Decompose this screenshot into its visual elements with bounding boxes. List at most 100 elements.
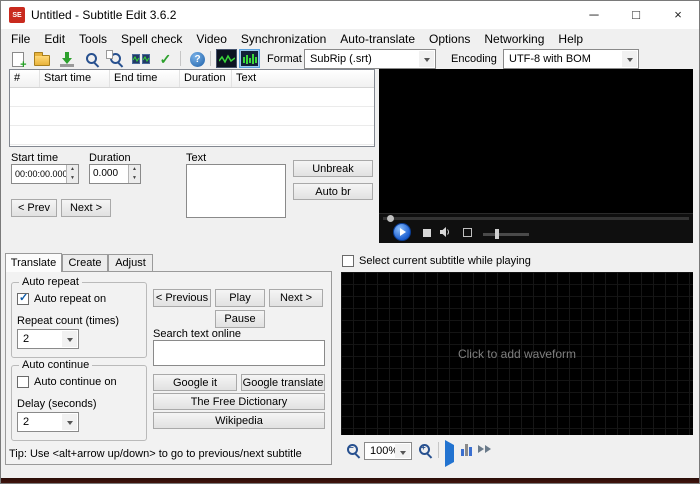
tab-adjust[interactable]: Adjust bbox=[108, 254, 153, 272]
spinner-arrows-icon[interactable]: ▲ ▼ bbox=[128, 165, 140, 183]
select-current-subtitle-label: Select current subtitle while playing bbox=[359, 255, 531, 267]
menu-tools[interactable]: Tools bbox=[72, 29, 114, 49]
tab-create[interactable]: Create bbox=[62, 254, 108, 272]
start-time-stepper[interactable]: 00:00:00.000 ▲ ▼ bbox=[11, 164, 79, 184]
auto-continue-checkbox[interactable]: Auto continue on bbox=[17, 376, 117, 388]
column-duration[interactable]: Duration bbox=[180, 70, 232, 87]
list-row bbox=[10, 107, 374, 126]
search-text-online-label: Search text online bbox=[153, 328, 242, 340]
chevron-down-icon bbox=[622, 51, 637, 67]
menu-video[interactable]: Video bbox=[189, 29, 233, 49]
replace-icon bbox=[105, 50, 124, 67]
replace-button[interactable] bbox=[105, 50, 126, 68]
waveform-vertical-zoom-button[interactable] bbox=[461, 444, 472, 456]
next-subtitle-button[interactable]: Next > bbox=[61, 199, 111, 217]
fullscreen-button[interactable] bbox=[463, 228, 472, 237]
list-row bbox=[10, 126, 374, 145]
menu-edit[interactable]: Edit bbox=[37, 29, 72, 49]
column-start-time[interactable]: Start time bbox=[40, 70, 110, 87]
waveform-zoom-value: 100% bbox=[370, 445, 399, 457]
volume-slider[interactable] bbox=[483, 233, 529, 236]
toggle-video-button[interactable] bbox=[216, 49, 237, 68]
mute-button[interactable] bbox=[439, 225, 451, 243]
seek-thumb[interactable] bbox=[387, 215, 394, 222]
google-it-button[interactable]: Google it bbox=[153, 374, 237, 391]
menu-file[interactable]: File bbox=[4, 29, 37, 49]
menu-spell-check[interactable]: Spell check bbox=[114, 29, 189, 49]
play-button[interactable] bbox=[393, 223, 411, 241]
column-text[interactable]: Text bbox=[232, 70, 374, 87]
repeat-count-label: Repeat count (times) bbox=[17, 315, 120, 327]
close-button[interactable]: × bbox=[657, 1, 699, 29]
waveform-bars-icon bbox=[242, 53, 257, 64]
search-icon bbox=[84, 51, 100, 67]
minimize-button[interactable]: ─ bbox=[573, 1, 615, 29]
pause-button[interactable]: Pause bbox=[215, 310, 265, 328]
playback-speed-button[interactable] bbox=[478, 445, 491, 453]
help-icon: ? bbox=[190, 51, 205, 67]
waveform-play-button[interactable] bbox=[445, 440, 454, 467]
delay-select[interactable]: 2 bbox=[17, 412, 79, 432]
google-translate-button[interactable]: Google translate bbox=[241, 374, 325, 391]
open-file-button[interactable] bbox=[31, 50, 52, 68]
double-arrow-icon bbox=[478, 445, 491, 453]
menu-networking[interactable]: Networking bbox=[477, 29, 551, 49]
subtitle-list-header: # Start time End time Duration Text bbox=[10, 70, 374, 88]
prev-subtitle-button[interactable]: < Prev bbox=[11, 199, 57, 217]
auto-continue-title: Auto continue bbox=[19, 359, 93, 371]
volume-thumb[interactable] bbox=[495, 229, 499, 239]
spell-check-button[interactable]: ✓ bbox=[155, 50, 176, 68]
play-subtitle-button[interactable]: Play bbox=[215, 289, 265, 307]
column-end-time[interactable]: End time bbox=[110, 70, 180, 87]
menu-options[interactable]: Options bbox=[422, 29, 477, 49]
new-file-button[interactable]: + bbox=[7, 50, 28, 71]
text-label: Text bbox=[186, 152, 207, 164]
auto-br-button[interactable]: Auto br bbox=[293, 183, 373, 200]
menu-bar: File Edit Tools Spell check Video Synchr… bbox=[1, 29, 699, 49]
checkbox-icon bbox=[342, 255, 354, 267]
duration-value: 0.000 bbox=[93, 168, 119, 179]
speaker-icon bbox=[440, 227, 449, 237]
previous-button[interactable]: < Previous bbox=[153, 289, 211, 307]
waveform-area[interactable]: Click to add waveform bbox=[341, 272, 693, 435]
seek-bar[interactable] bbox=[383, 215, 689, 222]
toggle-waveform-button[interactable] bbox=[239, 49, 260, 68]
format-select[interactable]: SubRip (.srt) bbox=[304, 49, 436, 69]
menu-help[interactable]: Help bbox=[551, 29, 590, 49]
wikipedia-button[interactable]: Wikipedia bbox=[153, 412, 325, 429]
auto-repeat-checkbox-label: Auto repeat on bbox=[34, 293, 107, 305]
waveform-placeholder: Click to add waveform bbox=[457, 346, 577, 361]
auto-repeat-checkbox[interactable]: Auto repeat on bbox=[17, 291, 107, 305]
duration-stepper[interactable]: 0.000 ▲ ▼ bbox=[89, 164, 141, 184]
free-dictionary-button[interactable]: The Free Dictionary bbox=[153, 393, 325, 410]
encoding-select[interactable]: UTF-8 with BOM bbox=[503, 49, 639, 69]
select-current-subtitle-checkbox[interactable]: Select current subtitle while playing bbox=[342, 255, 531, 267]
delay-value: 2 bbox=[23, 416, 30, 428]
menu-synchronization[interactable]: Synchronization bbox=[234, 29, 333, 49]
video-player[interactable] bbox=[379, 69, 693, 243]
title-bar: SE Untitled - Subtitle Edit 3.6.2 ─ □ × bbox=[1, 1, 699, 29]
find-button[interactable] bbox=[81, 50, 102, 68]
spinner-arrows-icon[interactable]: ▲ ▼ bbox=[66, 165, 78, 183]
search-input[interactable] bbox=[153, 340, 325, 366]
list-row bbox=[10, 88, 374, 107]
subtitle-list[interactable]: # Start time End time Duration Text bbox=[9, 69, 375, 147]
help-button[interactable]: ? bbox=[187, 50, 208, 68]
waveform-zoom-level-select[interactable]: 100% bbox=[364, 442, 412, 460]
visual-sync-button[interactable] bbox=[130, 50, 151, 68]
chevron-down-icon bbox=[62, 331, 77, 347]
stop-button[interactable] bbox=[423, 229, 431, 237]
column-number[interactable]: # bbox=[10, 70, 40, 87]
checkbox-icon bbox=[17, 376, 29, 388]
subtitle-text-input[interactable] bbox=[186, 164, 286, 218]
next-button[interactable]: Next > bbox=[269, 289, 323, 307]
play-icon bbox=[445, 440, 454, 467]
unbreak-button[interactable]: Unbreak bbox=[293, 160, 373, 177]
repeat-count-select[interactable]: 2 bbox=[17, 329, 79, 349]
maximize-button[interactable]: □ bbox=[615, 1, 657, 29]
save-file-button[interactable] bbox=[56, 50, 77, 68]
menu-auto-translate[interactable]: Auto-translate bbox=[333, 29, 422, 49]
app-window: SE Untitled - Subtitle Edit 3.6.2 ─ □ × … bbox=[0, 0, 700, 484]
duration-label: Duration bbox=[89, 152, 131, 164]
tab-translate[interactable]: Translate bbox=[5, 253, 62, 272]
